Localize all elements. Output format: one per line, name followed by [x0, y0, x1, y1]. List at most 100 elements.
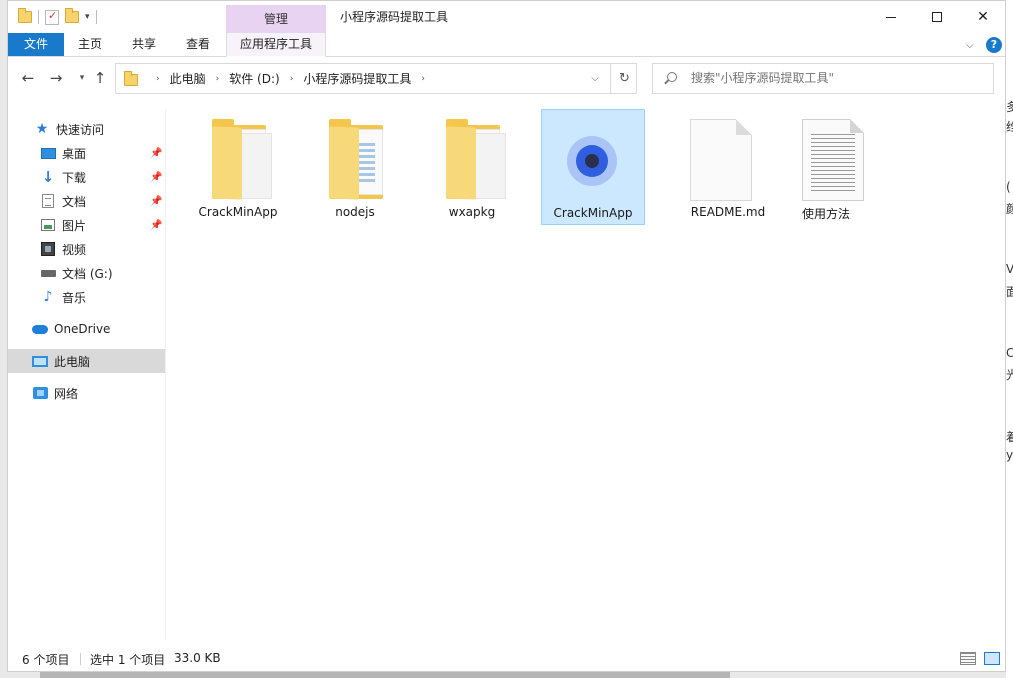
file-item-file[interactable]: README.md	[656, 109, 765, 225]
navigation-bar: ← → ▾ ↑ › 此电脑 › 软件 (D:) › 小程序源码提取工具 › ⌵ …	[8, 58, 1005, 102]
breadcrumb: › 此电脑 › 软件 (D:) › 小程序源码提取工具 ›	[146, 64, 435, 93]
music-icon: ♪	[43, 289, 53, 305]
file-item-text[interactable]: 使用方法	[772, 109, 876, 225]
document-icon	[40, 193, 56, 209]
file-item-application[interactable]: CrackMinApp	[541, 109, 645, 225]
network-icon	[32, 385, 48, 401]
folder-icon	[442, 119, 506, 200]
file-item-folder[interactable]: wxapkg	[420, 109, 524, 225]
blank-file-icon	[690, 119, 752, 201]
background-text: 光	[1006, 368, 1013, 382]
text-file-icon	[802, 119, 864, 201]
breadcrumb-current-folder[interactable]: 小程序源码提取工具	[303, 70, 411, 87]
tab-share[interactable]: 共享	[118, 33, 170, 56]
sidebar-item-documents[interactable]: 文档 📌	[8, 189, 165, 213]
star-icon: ★	[35, 121, 49, 137]
quick-access-toolbar: ▾	[18, 7, 97, 27]
details-view-icon[interactable]	[960, 652, 976, 665]
ribbon-tabs: 文件 主页 共享 查看 应用程序工具 ⌵	[8, 33, 1005, 57]
file-name: nodejs	[335, 205, 375, 219]
close-icon: ✕	[977, 9, 989, 25]
pin-icon[interactable]: 📌	[150, 220, 162, 231]
address-history-chevron-icon[interactable]: ⌵	[582, 64, 608, 93]
status-bar: 6 个项目 选中 1 个项目 33.0 KB	[8, 647, 1005, 671]
sidebar-item-desktop[interactable]: 桌面 📌	[8, 141, 165, 165]
close-button[interactable]: ✕	[960, 1, 1006, 33]
sidebar-item-network[interactable]: 网络	[8, 381, 165, 405]
chevron-right-icon[interactable]: ›	[290, 74, 294, 84]
file-name: wxapkg	[448, 205, 496, 219]
pin-icon[interactable]: 📌	[150, 172, 162, 183]
sidebar-item-label: 下载	[62, 170, 87, 185]
file-name: 使用方法	[801, 207, 850, 221]
folder-icon	[325, 119, 387, 200]
folder-icon	[208, 119, 272, 200]
search-box[interactable]	[652, 63, 994, 94]
pin-icon[interactable]: 📌	[150, 196, 162, 207]
app-icon	[567, 136, 617, 186]
pin-icon[interactable]: 📌	[150, 148, 162, 159]
background-text: (	[1006, 180, 1011, 194]
chevron-right-icon[interactable]: ›	[421, 74, 425, 84]
sidebar-item-label: 网络	[54, 386, 79, 401]
breadcrumb-drive-d[interactable]: 软件 (D:)	[229, 70, 279, 87]
sidebar-item-pictures[interactable]: 图片 📌	[8, 213, 165, 237]
sidebar-item-label: 音乐	[62, 290, 87, 305]
minimize-icon	[886, 16, 896, 18]
sidebar-item-label: 桌面	[62, 146, 87, 161]
new-folder-icon[interactable]	[65, 8, 79, 23]
address-bar[interactable]: › 此电脑 › 软件 (D:) › 小程序源码提取工具 › ⌵ ↻	[115, 63, 637, 94]
sidebar-item-label: 此电脑	[54, 354, 91, 369]
properties-icon[interactable]	[45, 9, 59, 25]
sidebar-item-videos[interactable]: 视频	[8, 237, 165, 261]
maximize-button[interactable]	[914, 1, 960, 33]
sidebar-item-downloads[interactable]: ↓ 下载 📌	[8, 165, 165, 189]
download-icon: ↓	[41, 168, 55, 186]
file-name: CrackMinApp	[553, 206, 633, 220]
tab-application-tools[interactable]: 应用程序工具	[226, 33, 326, 57]
sidebar-item-label: 文档	[62, 194, 87, 209]
sidebar-item-onedrive[interactable]: OneDrive	[8, 317, 165, 341]
forward-arrow-icon[interactable]: →	[46, 68, 66, 88]
chevron-right-icon[interactable]: ›	[216, 74, 220, 84]
sidebar-item-quick-access[interactable]: ★ 快速访问	[8, 117, 165, 141]
status-divider	[80, 653, 81, 665]
toolbar-separator	[95, 10, 97, 24]
folder-icon	[124, 71, 138, 86]
sidebar-item-label: 快速访问	[56, 122, 105, 137]
drive-icon	[40, 265, 56, 281]
large-icons-view-icon[interactable]	[984, 652, 1000, 665]
breadcrumb-this-pc[interactable]: 此电脑	[170, 70, 206, 87]
sidebar-item-drive-g[interactable]: 文档 (G:)	[8, 261, 165, 285]
file-item-folder[interactable]: nodejs	[303, 109, 407, 225]
taskbar-edge	[40, 672, 730, 678]
tab-view[interactable]: 查看	[172, 33, 224, 56]
help-icon[interactable]: ?	[986, 37, 1002, 53]
pictures-icon	[40, 217, 56, 233]
refresh-icon[interactable]: ↻	[610, 64, 638, 93]
expand-ribbon-chevron-icon[interactable]: ⌵	[966, 40, 974, 51]
up-arrow-icon[interactable]: ↑	[90, 68, 110, 88]
background-text: 多	[1006, 100, 1013, 114]
explorer-window: ▾ 管理 小程序源码提取工具 ✕ 文件 主页 共享 查看 应用程序工具 ⌵ ? …	[7, 0, 1006, 672]
file-name: README.md	[690, 205, 766, 219]
folder-icon[interactable]	[18, 8, 32, 23]
sidebar-item-this-pc[interactable]: 此电脑	[8, 349, 165, 373]
cloud-icon	[32, 321, 48, 337]
recent-locations-chevron-icon[interactable]: ▾	[72, 68, 92, 88]
customize-toolbar-chevron-icon[interactable]: ▾	[85, 12, 90, 22]
sidebar-item-music[interactable]: ♪ 音乐	[8, 285, 165, 309]
tab-file[interactable]: 文件	[8, 33, 64, 56]
navigation-pane: ★ 快速访问 桌面 📌 ↓ 下载 📌 文档 📌 图片 📌 视频 文档 (G:) …	[8, 109, 166, 639]
maximize-icon	[932, 12, 942, 22]
sidebar-item-label: OneDrive	[54, 322, 111, 336]
sidebar-item-label: 图片	[62, 218, 87, 233]
back-arrow-icon[interactable]: ←	[18, 68, 38, 88]
search-input[interactable]	[691, 64, 981, 93]
tab-home[interactable]: 主页	[64, 33, 116, 56]
selection-count: 选中 1 个项目	[90, 653, 166, 667]
chevron-right-icon[interactable]: ›	[156, 74, 160, 84]
minimize-button[interactable]	[868, 1, 914, 33]
background-text: V	[1006, 262, 1013, 276]
file-item-folder[interactable]: CrackMinApp	[186, 109, 290, 225]
